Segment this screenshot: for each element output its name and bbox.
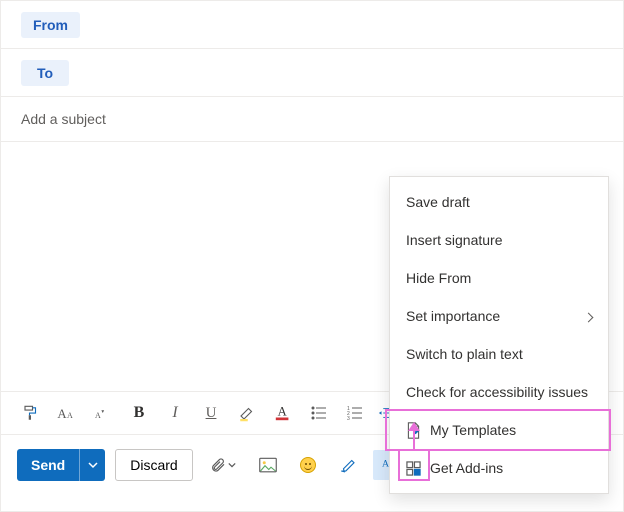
send-button-group: Send [17, 449, 105, 481]
discard-button[interactable]: Discard [115, 449, 192, 481]
bold-icon[interactable]: B [123, 397, 155, 429]
ink-icon[interactable] [333, 450, 363, 480]
svg-text:3: 3 [347, 416, 350, 421]
highlight-icon[interactable] [231, 397, 263, 429]
to-row: To [1, 49, 623, 97]
send-split-button[interactable] [79, 449, 105, 481]
menu-hide-from[interactable]: Hide From [390, 259, 608, 297]
to-button[interactable]: To [21, 60, 69, 86]
svg-text:A: A [57, 407, 67, 421]
template-icon [406, 422, 428, 439]
menu-insert-signature[interactable]: Insert signature [390, 221, 608, 259]
insert-picture-icon[interactable] [253, 450, 283, 480]
menu-label: Switch to plain text [406, 346, 592, 362]
menu-label: Save draft [406, 194, 592, 210]
from-button[interactable]: From [21, 12, 80, 38]
addins-icon [406, 461, 428, 476]
more-options-menu: Save draft Insert signature Hide From Se… [389, 176, 609, 494]
underline-icon[interactable]: U [195, 397, 227, 429]
menu-check-accessibility[interactable]: Check for accessibility issues [390, 373, 608, 411]
svg-text:A: A [382, 459, 389, 470]
menu-label: Insert signature [406, 232, 592, 248]
menu-get-addins[interactable]: Get Add-ins [390, 449, 608, 487]
emoji-icon[interactable] [293, 450, 323, 480]
font-color-icon[interactable]: A [267, 397, 299, 429]
from-row: From [1, 1, 623, 49]
svg-text:A: A [67, 411, 73, 420]
svg-text:▾: ▾ [101, 409, 104, 415]
menu-my-templates[interactable]: My Templates [390, 411, 608, 449]
menu-label: My Templates [430, 422, 592, 438]
menu-label: Set importance [406, 308, 585, 324]
attach-button[interactable] [203, 450, 243, 480]
send-button[interactable]: Send [17, 449, 79, 481]
menu-label: Hide From [406, 270, 592, 286]
subject-input[interactable] [1, 97, 623, 141]
numbered-list-icon[interactable]: 123 [339, 397, 371, 429]
svg-text:A: A [278, 405, 287, 419]
menu-label: Get Add-ins [430, 460, 592, 476]
font-increase-icon[interactable]: AA [51, 397, 83, 429]
compose-window: From To AA A▾ B I U A [0, 0, 624, 512]
italic-icon[interactable]: I [159, 397, 191, 429]
bullet-list-icon[interactable] [303, 397, 335, 429]
format-painter-icon[interactable] [15, 397, 47, 429]
svg-text:A: A [95, 411, 101, 420]
font-decrease-icon[interactable]: A▾ [87, 397, 119, 429]
menu-set-importance[interactable]: Set importance [390, 297, 608, 335]
subject-row [1, 97, 623, 142]
menu-switch-plain-text[interactable]: Switch to plain text [390, 335, 608, 373]
menu-label: Check for accessibility issues [406, 384, 592, 400]
menu-save-draft[interactable]: Save draft [390, 183, 608, 221]
chevron-right-icon [585, 308, 592, 324]
